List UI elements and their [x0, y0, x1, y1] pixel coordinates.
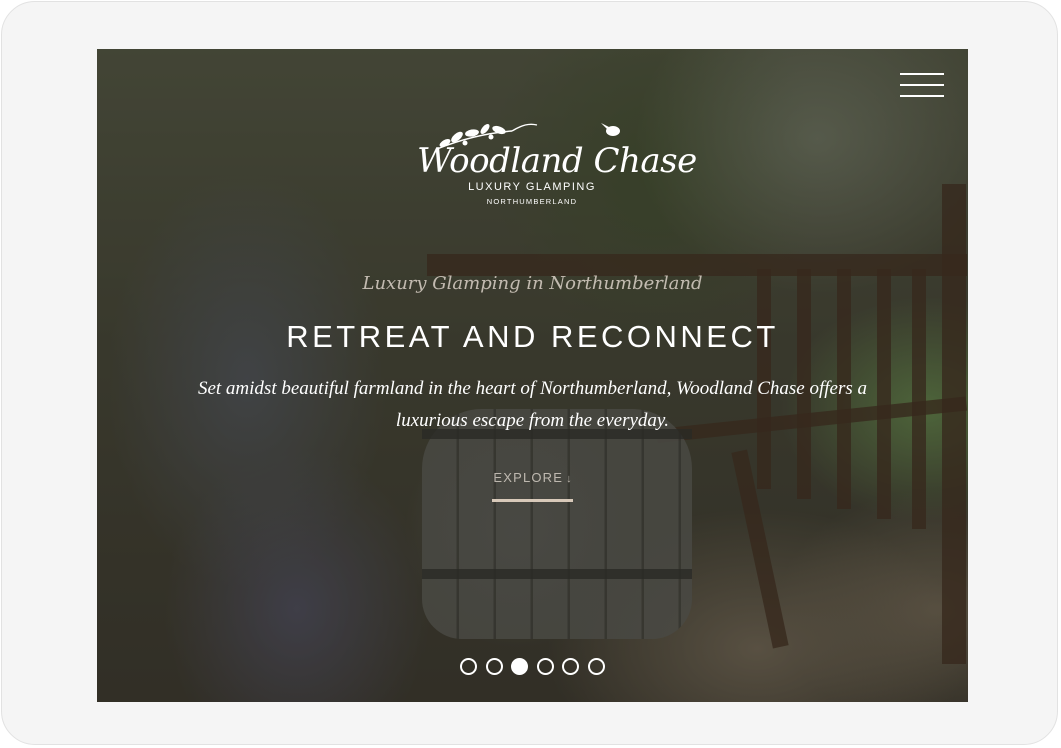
hero-description: Set amidst beautiful farmland in the hea… — [197, 378, 868, 431]
arrow-down-icon: ↓ — [566, 473, 572, 485]
logo-subtitle: LUXURY GLAMPING — [468, 181, 596, 193]
explore-underline — [492, 499, 573, 502]
menu-line — [900, 84, 944, 86]
menu-line — [900, 95, 944, 97]
site-logo[interactable]: Woodland Chase LUXURY GLAMPING NORTHUMBE… — [417, 119, 697, 211]
hero-title: RETREAT AND RECONNECT — [286, 319, 779, 354]
carousel-dot-1[interactable] — [460, 658, 477, 675]
hamburger-menu-icon[interactable] — [900, 73, 944, 101]
carousel-dot-5[interactable] — [562, 658, 579, 675]
carousel-dot-4[interactable] — [537, 658, 554, 675]
hero-tagline: Luxury Glamping in Northumberland — [362, 273, 703, 294]
tablet-frame: Woodland Chase LUXURY GLAMPING NORTHUMBE… — [1, 1, 1058, 745]
carousel-dot-3[interactable] — [511, 658, 528, 675]
logo-region: NORTHUMBERLAND — [486, 197, 578, 206]
explore-link[interactable]: EXPLORE ↓ — [482, 469, 583, 502]
logo-wordmark: Woodland Chase — [417, 141, 697, 181]
explore-label: EXPLORE — [493, 470, 564, 485]
screen: Woodland Chase LUXURY GLAMPING NORTHUMBE… — [97, 49, 968, 702]
carousel-dot-6[interactable] — [588, 658, 605, 675]
carousel-dot-2[interactable] — [486, 658, 503, 675]
menu-line — [900, 73, 944, 75]
carousel-pagination — [460, 658, 605, 676]
